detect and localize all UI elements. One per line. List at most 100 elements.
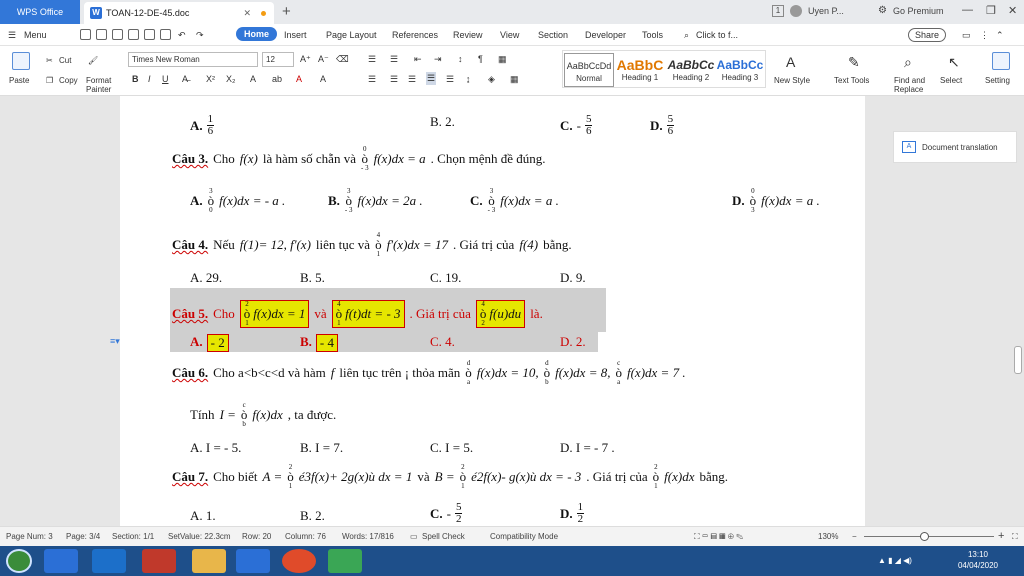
paragraph-marker-icon[interactable]: ≡▾: [110, 336, 120, 347]
show-marks-icon[interactable]: ¶: [478, 54, 483, 64]
bullets-icon[interactable]: ☰: [368, 54, 376, 65]
select-button[interactable]: Select: [940, 76, 962, 85]
view-mode-icon[interactable]: ⛶ ▭ ▤ ▦ ⊕ ✎: [694, 532, 743, 542]
paste-icon[interactable]: [12, 52, 30, 70]
new-style-icon[interactable]: A: [786, 54, 795, 70]
justify-icon[interactable]: ☰: [426, 72, 437, 85]
chrome-taskbar-icon[interactable]: [282, 549, 316, 573]
line-spacing-icon[interactable]: ↨: [466, 74, 471, 84]
tab-tools[interactable]: Tools: [642, 30, 663, 40]
align-right-icon[interactable]: ☰: [408, 74, 416, 85]
font-size-select[interactable]: 12: [262, 52, 294, 67]
comment-icon[interactable]: ▭: [962, 30, 971, 41]
new-tab-button[interactable]: +: [282, 3, 291, 20]
increase-indent-icon[interactable]: ⇥: [434, 54, 442, 65]
settings-button[interactable]: Setting: [985, 76, 1010, 85]
close-tab-icon[interactable]: ✕: [243, 8, 251, 19]
zoom-slider-handle[interactable]: [920, 532, 929, 541]
paste-button[interactable]: Paste: [9, 76, 29, 85]
math-object[interactable]: 2ò1 f(x)dx = 1: [239, 300, 310, 328]
border-icon[interactable]: ▦: [498, 54, 507, 65]
style-normal[interactable]: AaBbCcDd Normal: [564, 53, 614, 87]
text-effect-icon[interactable]: A: [250, 74, 256, 84]
new-doc-icon[interactable]: [80, 29, 91, 40]
style-heading-1[interactable]: AaBbC Heading 1: [615, 53, 665, 87]
user-avatar-icon[interactable]: [790, 5, 802, 17]
ie-taskbar-icon[interactable]: [92, 549, 126, 573]
zoom-slider[interactable]: [864, 536, 994, 537]
spell-check[interactable]: Spell Check: [422, 532, 465, 541]
spell-check-icon[interactable]: ▭: [410, 532, 418, 541]
table-border-icon[interactable]: ▦: [510, 74, 519, 85]
zoom-level[interactable]: 130%: [818, 532, 838, 541]
italic-icon[interactable]: I: [148, 74, 151, 84]
text-tools-icon[interactable]: ✎: [848, 54, 860, 71]
export-pdf-icon[interactable]: [128, 29, 139, 40]
find-icon[interactable]: ⌕: [904, 54, 912, 71]
set-value[interactable]: SetValue: 22.3cm: [168, 532, 231, 541]
tab-view[interactable]: View: [500, 30, 519, 40]
more-options-icon[interactable]: ⋮: [980, 30, 989, 41]
tab-references[interactable]: References: [392, 30, 438, 40]
go-premium-button[interactable]: Go Premium: [893, 6, 944, 16]
restore-icon[interactable]: ❐: [986, 4, 996, 17]
print-preview-icon[interactable]: [160, 29, 171, 40]
shrink-font-icon[interactable]: A⁻: [318, 54, 329, 65]
tab-page-layout[interactable]: Page Layout: [326, 30, 377, 40]
user-name[interactable]: Uyen P...: [808, 6, 844, 16]
cut-button[interactable]: Cut: [59, 56, 71, 65]
word-taskbar-icon[interactable]: [236, 549, 270, 573]
clear-format-icon[interactable]: ⌫: [336, 54, 349, 65]
notification-badge[interactable]: 1: [772, 5, 784, 17]
decrease-indent-icon[interactable]: ⇤: [414, 54, 422, 65]
settings-icon[interactable]: [992, 52, 1010, 70]
math-object[interactable]: - 4: [315, 334, 339, 352]
font-color-icon[interactable]: A: [296, 74, 302, 84]
strikethrough-icon[interactable]: A̶: [182, 74, 188, 84]
align-center-icon[interactable]: ☰: [390, 74, 398, 85]
font-name-select[interactable]: Times New Roman: [128, 52, 258, 67]
grow-font-icon[interactable]: A⁺: [300, 54, 311, 65]
underline-icon[interactable]: U: [162, 74, 169, 84]
fit-page-icon[interactable]: ⛶: [1012, 532, 1018, 542]
close-window-icon[interactable]: ✕: [1008, 4, 1017, 17]
find-replace-button[interactable]: Find and Replace: [894, 76, 934, 94]
wps-office-tab[interactable]: WPS Office: [0, 0, 80, 24]
format-painter-icon[interactable]: 🖌: [88, 56, 98, 65]
highlight-icon[interactable]: ab: [272, 74, 282, 84]
tab-insert[interactable]: Insert: [284, 30, 307, 40]
zoom-out-icon[interactable]: −: [852, 532, 857, 541]
tray-icons[interactable]: ▲ ▮ ◢ ◀): [878, 556, 912, 565]
document-translation-button[interactable]: A Document translation: [893, 131, 1017, 163]
zoom-in-icon[interactable]: +: [998, 530, 1004, 542]
minimize-icon[interactable]: —: [962, 4, 973, 16]
numbering-icon[interactable]: ☰: [390, 54, 398, 65]
new-style-button[interactable]: New Style: [774, 76, 810, 85]
menu-button[interactable]: Menu: [24, 30, 47, 40]
section-info[interactable]: Section: 1/1: [112, 532, 154, 541]
tab-developer[interactable]: Developer: [585, 30, 626, 40]
math-object[interactable]: - 2: [206, 334, 229, 352]
collapse-ribbon-icon[interactable]: ⌃: [996, 30, 1004, 41]
sort-icon[interactable]: ↕: [458, 54, 463, 64]
format-painter-button[interactable]: Format Painter: [86, 76, 116, 94]
undo-icon[interactable]: ↶: [178, 30, 186, 41]
subscript-icon[interactable]: X₂: [226, 74, 236, 84]
align-left-icon[interactable]: ☰: [368, 74, 376, 85]
word-count[interactable]: Words: 17/816: [342, 532, 394, 541]
page-num[interactable]: Page Num: 3: [6, 532, 53, 541]
tab-home[interactable]: Home: [236, 27, 278, 41]
text-tools-button[interactable]: Text Tools: [834, 76, 869, 85]
cut-icon[interactable]: ✂: [46, 56, 53, 65]
open-icon[interactable]: [96, 29, 107, 40]
start-button[interactable]: [6, 549, 32, 573]
distributed-icon[interactable]: ☰: [446, 74, 454, 85]
select-icon[interactable]: ↖: [948, 54, 960, 71]
vertical-scrollbar-thumb[interactable]: [1014, 346, 1022, 374]
save-icon[interactable]: [112, 29, 123, 40]
share-button[interactable]: Share: [908, 28, 947, 42]
bold-icon[interactable]: B: [132, 74, 139, 84]
redo-icon[interactable]: ↷: [196, 30, 204, 41]
print-icon[interactable]: [144, 29, 155, 40]
wps-taskbar-icon[interactable]: [44, 549, 78, 573]
